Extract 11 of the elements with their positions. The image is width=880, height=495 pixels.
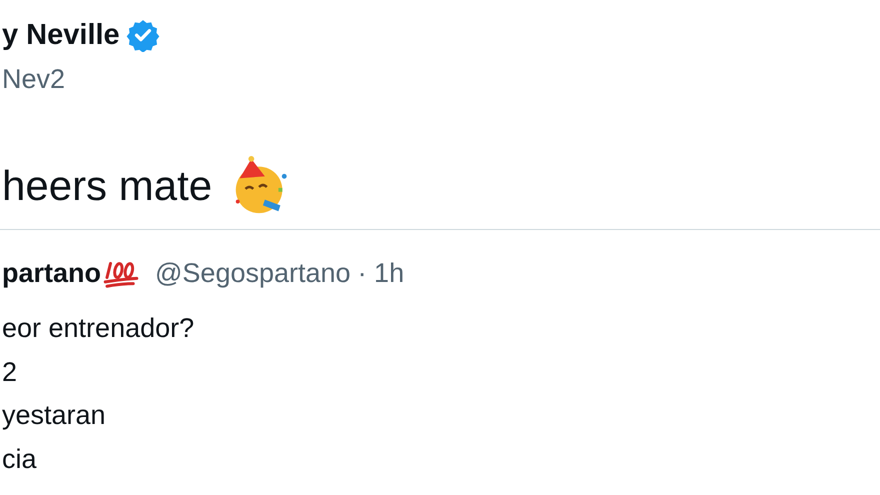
user-handle: Nev2: [2, 64, 66, 95]
quoted-text-line: cia: [2, 442, 38, 476]
quoted-time: · 1h: [358, 258, 404, 289]
quoted-text-line: yestaran: [2, 399, 107, 432]
author-name: y Neville: [2, 18, 120, 52]
quoted-text-line: eor entrenador?: [2, 312, 196, 345]
quoted-author-name: partano: [2, 258, 102, 289]
hundred-points-icon: [103, 260, 140, 288]
tweet-text: heers mate: [2, 162, 212, 210]
quoted-text-line: 2: [2, 356, 18, 388]
quoted-handle: @Segospartano: [155, 258, 351, 289]
